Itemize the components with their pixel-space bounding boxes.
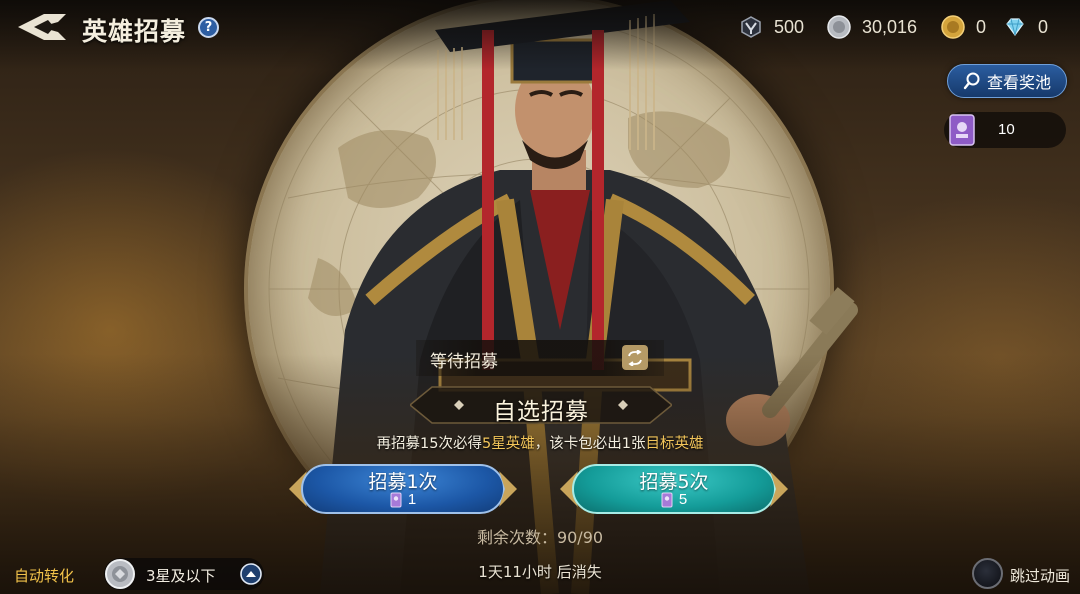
ticket-count: 10 [998, 121, 1015, 138]
silver-coin-icon [827, 15, 851, 39]
remaining-count: 剩余次数：90/90 [476, 528, 604, 547]
resource-gold[interactable]: 0 [940, 12, 986, 42]
recruit-ticket-counter: 10 [944, 112, 1066, 148]
auto-convert-value: 3星及以下 [146, 567, 216, 585]
silver-count: 30,016 [862, 16, 918, 37]
resource-diamond[interactable]: 0 [1002, 12, 1048, 42]
help-button[interactable]: ? [198, 17, 219, 38]
auto-convert-select[interactable]: 3星及以下 [104, 558, 264, 590]
waiting-recruit-label: 等待招募 [430, 352, 498, 372]
diamond-count: 0 [1038, 16, 1049, 37]
refresh-icon [628, 349, 642, 366]
recruit-five-button[interactable]: 招募5次 5 [558, 462, 790, 516]
gold-count: 0 [976, 16, 987, 37]
auto-convert-label: 自动转化 [14, 567, 75, 585]
convert-coin-icon [105, 559, 135, 589]
recruit-ticket-icon [949, 114, 975, 146]
recruit-five-label: 招募5次 [639, 471, 709, 493]
resource-silver[interactable]: 30,016 [826, 12, 917, 42]
view-pool-label: 查看奖池 [986, 73, 1051, 92]
search-icon [963, 72, 980, 90]
recruit-once-cost-value: 1 [407, 491, 417, 508]
crest-token-icon [741, 16, 761, 38]
skip-animation-label: 跳过动画 [1010, 567, 1071, 585]
recruit-once-label: 招募1次 [368, 471, 438, 493]
chevron-up-icon [240, 563, 262, 585]
waiting-recruit-panel: 等待招募 [416, 340, 664, 376]
back-arrow-icon [18, 14, 66, 40]
recruit-five-cost: 5 [558, 491, 790, 508]
recruit-ticket-icon [661, 492, 673, 507]
recruit-mode-title: 自选招募 [493, 399, 589, 425]
recruit-once-cost: 1 [287, 491, 519, 508]
top-bar: 英雄招募 ? 500 30,016 0 0 [0, 0, 1080, 56]
recruit-once-button[interactable]: 招募1次 1 [287, 462, 519, 516]
pity-guarantee-text: 再招募15次必得5星英雄，该卡包必出1张目标英雄 [0, 432, 1080, 453]
diamond-icon [1006, 18, 1024, 37]
recruit-ticket-icon [390, 492, 402, 507]
back-button[interactable] [14, 10, 70, 44]
background-scene [0, 0, 1080, 594]
recruit-five-cost-value: 5 [678, 491, 688, 508]
guarantee-text-1: 再招募15次必得 [376, 436, 482, 452]
gold-coin-icon [941, 15, 965, 39]
skip-animation-toggle[interactable]: 跳过动画 [970, 557, 1080, 591]
guarantee-highlight-target: 目标英雄 [645, 436, 704, 452]
guarantee-highlight-5star: 5星英雄 [481, 436, 535, 452]
skip-animation-checkbox[interactable] [972, 558, 1003, 589]
resource-crest-token[interactable]: 500 [738, 12, 804, 42]
guarantee-text-2: ，该卡包必出1张 [534, 436, 646, 452]
page-title: 英雄招募 [82, 17, 187, 46]
recruit-mode-plate: 自选招募 [410, 385, 672, 425]
crest-token-count: 500 [774, 16, 805, 37]
view-pool-button[interactable]: 查看奖池 [947, 64, 1067, 98]
swap-hero-button[interactable] [622, 345, 648, 370]
